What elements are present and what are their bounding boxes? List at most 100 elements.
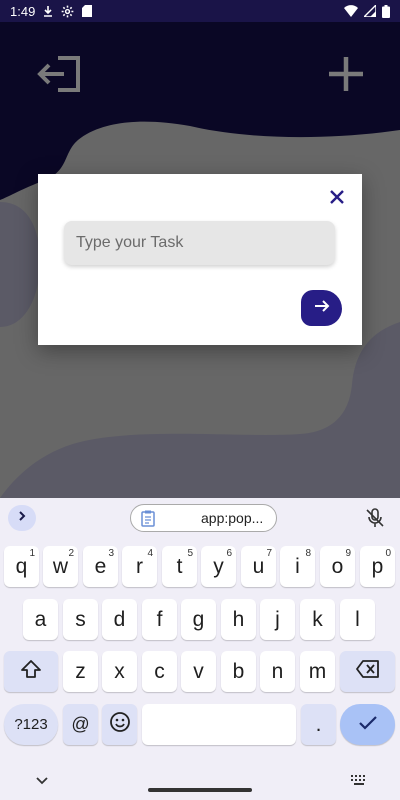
status-bar: 1:49 — [0, 0, 400, 22]
key-label: r — [136, 554, 143, 578]
key-hint: 8 — [305, 548, 311, 559]
expand-toolbar-button[interactable] — [8, 505, 36, 531]
key-f[interactable]: f — [142, 599, 177, 640]
key-label: e — [94, 554, 107, 578]
key-at[interactable]: @ — [63, 704, 98, 745]
keyboard-toolbar: app:pop... — [0, 498, 400, 538]
mic-off-icon[interactable] — [364, 507, 386, 534]
wifi-icon — [344, 5, 358, 17]
key-label: p — [371, 554, 384, 578]
key-label: a — [34, 607, 47, 631]
key-h[interactable]: h — [221, 599, 256, 640]
key-k[interactable]: k — [300, 599, 335, 640]
key-label: j — [275, 607, 280, 631]
key-d[interactable]: d — [102, 599, 137, 640]
status-time: 1:49 — [10, 3, 36, 19]
key-j[interactable]: j — [260, 599, 295, 640]
key-label: t — [176, 554, 183, 578]
sd-card-icon — [82, 5, 93, 17]
key-label: g — [192, 607, 205, 631]
key-hint: 1 — [29, 548, 35, 559]
key-hint: 3 — [108, 548, 114, 559]
key-label: m — [308, 659, 327, 683]
space-key[interactable] — [142, 704, 296, 745]
key-label: w — [52, 554, 69, 578]
battery-icon — [382, 4, 390, 18]
add-task-dialog — [38, 174, 362, 345]
key-z[interactable]: z — [63, 651, 98, 692]
submit-task-button[interactable] — [301, 290, 342, 326]
signal-icon — [364, 5, 376, 17]
key-hint: 6 — [226, 548, 232, 559]
key-label: z — [75, 659, 86, 683]
key-hint: 5 — [187, 548, 193, 559]
key-hint: 2 — [68, 548, 74, 559]
key-label: c — [154, 659, 165, 683]
key-q[interactable]: q1 — [4, 546, 39, 587]
key-m[interactable]: m — [300, 651, 335, 692]
key-v[interactable]: v — [181, 651, 216, 692]
key-p[interactable]: p0 — [360, 546, 395, 587]
key-u[interactable]: u7 — [241, 546, 276, 587]
home-gesture-pill[interactable] — [148, 788, 252, 792]
key-n[interactable]: n — [260, 651, 295, 692]
download-icon — [43, 5, 53, 17]
key-e[interactable]: e3 — [83, 546, 118, 587]
key-hint: 7 — [266, 548, 272, 559]
keyboard-switcher-icon[interactable] — [350, 773, 368, 791]
key-l[interactable]: l — [340, 599, 375, 640]
key-label: i — [295, 554, 300, 578]
add-icon[interactable] — [327, 55, 365, 98]
key-period[interactable]: . — [301, 704, 336, 745]
shift-icon — [20, 659, 42, 685]
logout-icon[interactable] — [36, 56, 82, 97]
key-o[interactable]: o9 — [320, 546, 355, 587]
arrow-right-icon — [313, 298, 331, 319]
key-label: . — [315, 712, 322, 736]
key-y[interactable]: y6 — [201, 546, 236, 587]
backspace-icon — [355, 659, 380, 684]
settings-icon — [61, 5, 74, 18]
key-label: n — [271, 659, 284, 683]
key-label: v — [193, 659, 204, 683]
key-label: d — [113, 607, 126, 631]
checkmark-icon — [358, 713, 378, 737]
key-w[interactable]: w2 — [43, 546, 78, 587]
key-label: k — [312, 607, 323, 631]
clipboard-suggestion-text: app:pop... — [201, 510, 264, 526]
task-input[interactable] — [64, 221, 335, 265]
soft-keyboard: app:pop... q1 w2 e3 r4 t5 y6 u7 i8 o9 p0… — [0, 498, 400, 800]
key-label: ?123 — [14, 716, 48, 733]
chevron-right-icon — [17, 509, 27, 527]
emoji-key[interactable] — [102, 704, 137, 745]
emoji-icon — [109, 711, 131, 739]
close-icon[interactable] — [326, 186, 348, 208]
key-label: h — [232, 607, 245, 631]
app-background — [0, 22, 400, 498]
key-hint: 0 — [385, 548, 391, 559]
shift-key[interactable] — [4, 651, 58, 692]
key-label: u — [252, 554, 265, 578]
key-i[interactable]: i8 — [280, 546, 315, 587]
symbols-key[interactable]: ?123 — [4, 704, 58, 745]
key-g[interactable]: g — [181, 599, 216, 640]
hide-keyboard-icon[interactable] — [35, 773, 49, 791]
key-label: b — [232, 659, 245, 683]
enter-key[interactable] — [340, 704, 395, 745]
key-a[interactable]: a — [23, 599, 58, 640]
key-s[interactable]: s — [63, 599, 98, 640]
key-t[interactable]: t5 — [162, 546, 197, 587]
key-c[interactable]: c — [142, 651, 177, 692]
clipboard-suggestion-chip[interactable]: app:pop... — [130, 504, 277, 532]
key-label: l — [355, 607, 360, 631]
key-label: s — [75, 607, 86, 631]
key-x[interactable]: x — [102, 651, 137, 692]
backspace-key[interactable] — [340, 651, 395, 692]
key-label: y — [213, 554, 224, 578]
key-b[interactable]: b — [221, 651, 256, 692]
key-r[interactable]: r4 — [122, 546, 157, 587]
key-label: x — [114, 659, 125, 683]
key-hint: 4 — [147, 548, 153, 559]
key-label: f — [156, 607, 163, 631]
key-label: o — [331, 554, 344, 578]
